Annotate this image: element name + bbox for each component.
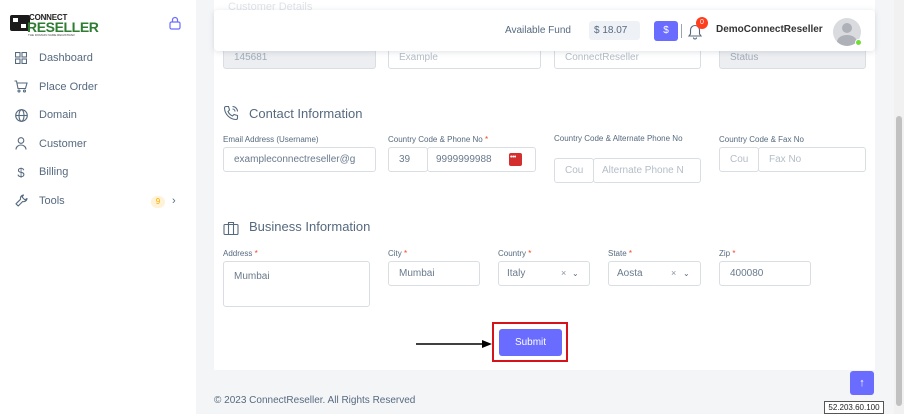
city-label-text: City [388, 249, 402, 258]
annotation-arrow-icon [416, 340, 492, 348]
sidebar-item-label: Customer [39, 137, 87, 150]
required-mark: * [528, 249, 532, 258]
sidebar-item-tools[interactable]: Tools 9 › [0, 187, 196, 216]
sidebar-item-label: Billing [39, 166, 69, 179]
globe-icon [14, 108, 28, 122]
field-value: Italy [507, 268, 526, 279]
top-navbar: Available Fund $ 18.07 $ 0 DemoConnectRe… [214, 10, 875, 51]
sidebar-item-label: Domain [39, 109, 77, 122]
clear-icon[interactable]: × [671, 268, 676, 278]
required-mark: * [404, 249, 408, 258]
phone-code-field[interactable]: 39 [388, 147, 428, 172]
address-textarea[interactable]: Mumbai [223, 261, 370, 307]
chevron-down-icon[interactable]: ⌄ [572, 269, 579, 278]
sidebar-nav: Dashboard Place Order Domain Customer $ … [0, 44, 196, 215]
footer-copyright: © 2023 ConnectReseller. All Rights Reser… [214, 395, 416, 406]
state-label-text: State [608, 249, 627, 258]
sidebar-item-customer[interactable]: Customer [0, 130, 196, 159]
city-field[interactable]: Mumbai [388, 261, 480, 286]
field-value: exampleconnectreseller@g [234, 154, 356, 165]
sidebar-item-domain[interactable]: Domain [0, 101, 196, 130]
field-placeholder: Cou [730, 154, 749, 165]
lock-icon[interactable] [169, 16, 181, 30]
submit-button[interactable]: Submit [499, 329, 562, 356]
available-fund-value: $ 18.07 [589, 21, 640, 40]
fax-code-field[interactable]: Cou [719, 147, 759, 172]
alt-phone-number-field[interactable]: Alternate Phone N [593, 158, 701, 183]
address-label-text: Address [223, 249, 253, 258]
country-label-text: Country [498, 249, 527, 258]
field-value: Aosta [617, 268, 643, 279]
email-label: Email Address (Username) [223, 135, 319, 144]
state-label: State * [608, 248, 632, 259]
brand-logo[interactable]: CONNECT RESELLER THE DOMAIN NAME REGISTR… [10, 13, 99, 37]
field-value: Mumbai [234, 271, 270, 282]
sidebar-item-dashboard[interactable]: Dashboard [0, 44, 196, 73]
field-value: Status [730, 51, 759, 63]
email-field[interactable]: exampleconnectreseller@g [223, 147, 376, 172]
page-scrollbar[interactable] [894, 0, 904, 414]
tools-count-badge: 9 [151, 195, 165, 208]
ip-address-tag: 52.203.60.100 [824, 401, 884, 414]
required-mark: * [732, 249, 736, 258]
address-label: Address * [223, 248, 258, 259]
field-value: 39 [399, 154, 411, 165]
required-mark: * [628, 249, 633, 258]
field-placeholder: ConnectReseller [565, 51, 639, 63]
notification-badge: 0 [696, 17, 708, 29]
city-label: City * [388, 248, 407, 259]
wrench-icon [14, 194, 28, 208]
chevron-right-icon: › [172, 194, 176, 207]
country-label: Country * [498, 248, 531, 259]
field-value: 9999999988 [436, 154, 492, 165]
chevron-down-icon[interactable]: ⌄ [683, 269, 690, 278]
field-value: 400080 [730, 268, 764, 279]
zip-label: Zip * [719, 248, 735, 259]
sidebar: CONNECT RESELLER THE DOMAIN NAME REGISTR… [0, 0, 196, 414]
brand-tagline: THE DOMAIN NAME REGISTRAR [28, 33, 75, 37]
sidebar-item-place-order[interactable]: Place Order [0, 73, 196, 102]
field-placeholder: Cou [565, 165, 584, 176]
phone-label: Country Code & Phone No * [388, 134, 488, 145]
divider [681, 24, 682, 38]
clear-icon[interactable]: × [561, 268, 566, 278]
zip-field[interactable]: 400080 [719, 261, 811, 286]
field-value: 145681 [234, 51, 268, 63]
grid-icon [14, 51, 28, 65]
fax-label: Country Code & Fax No [719, 135, 804, 144]
customer-form-card: Customer Details 145681 Example ConnectR… [214, 0, 875, 370]
available-fund-label: Available Fund [505, 25, 571, 36]
scrollbar-thumb[interactable] [896, 116, 902, 406]
sidebar-item-label: Tools [39, 194, 65, 207]
required-mark: * [254, 249, 258, 258]
user-icon [14, 137, 28, 151]
phone-icon [223, 105, 239, 121]
phone-label-text: Country Code & Phone No [388, 135, 483, 144]
required-mark: * [484, 135, 489, 144]
field-value: Mumbai [399, 268, 435, 279]
alt-phone-label: Country Code & Alternate Phone No [554, 134, 683, 143]
field-placeholder: Alternate Phone N [602, 165, 684, 176]
zip-label-text: Zip [719, 249, 731, 258]
sidebar-item-label: Place Order [39, 80, 98, 93]
sidebar-item-label: Dashboard [39, 52, 93, 65]
add-fund-button[interactable]: $ [654, 21, 678, 41]
dollar-icon: $ [17, 164, 25, 180]
field-placeholder: Example [399, 51, 438, 63]
autofill-icon[interactable] [509, 153, 522, 166]
username[interactable]: DemoConnectReseller [716, 24, 823, 35]
cart-icon [14, 80, 28, 94]
contact-section-title: Contact Information [249, 106, 363, 121]
scroll-to-top-button[interactable]: ↑ [850, 371, 874, 395]
sidebar-item-billing[interactable]: $ Billing [0, 158, 196, 187]
alt-phone-code-field[interactable]: Cou [554, 158, 594, 183]
business-section-title: Business Information [249, 219, 371, 234]
fax-number-field[interactable]: Fax No [758, 147, 866, 172]
field-placeholder: Fax No [769, 154, 802, 165]
online-status-dot [855, 39, 862, 46]
briefcase-icon [223, 221, 239, 236]
